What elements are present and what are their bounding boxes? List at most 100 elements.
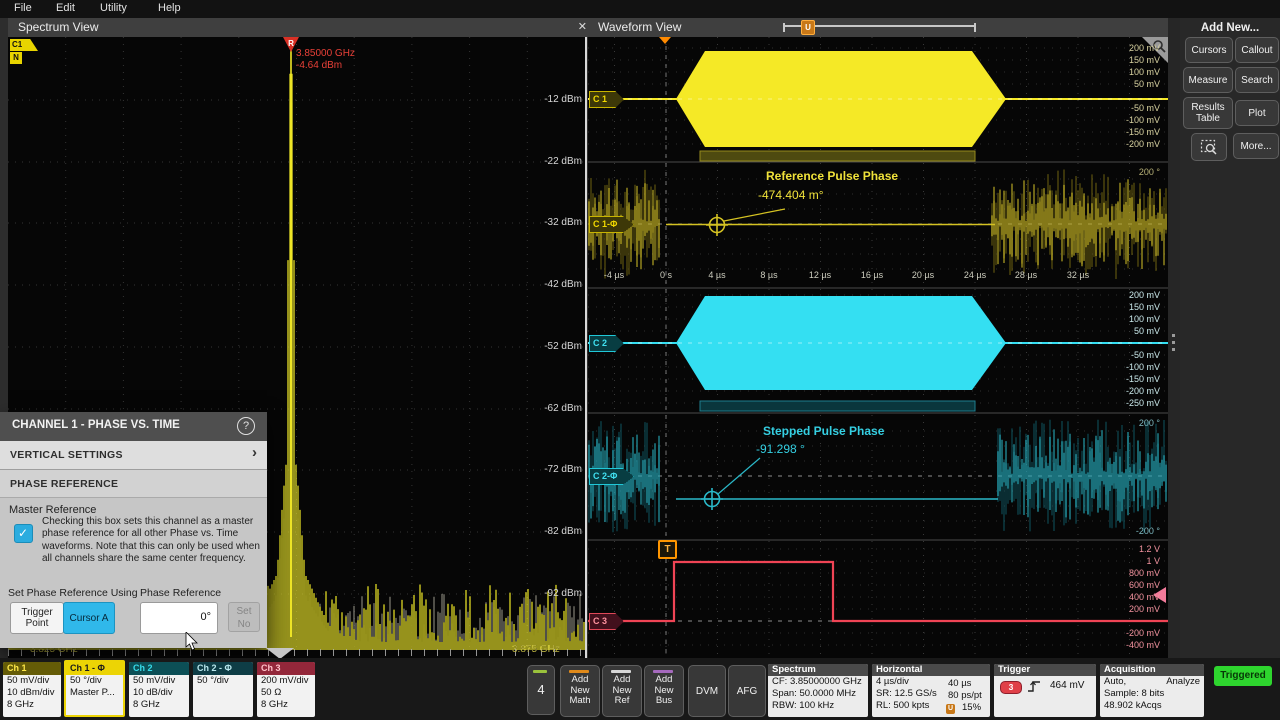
waveform-scroll-strip[interactable]	[1168, 18, 1180, 660]
add-new-math-button[interactable]: Add New Math	[560, 665, 600, 717]
trigger-source-badge: 3	[1000, 681, 1022, 694]
zoom-area-button[interactable]	[1191, 133, 1227, 161]
menu-file[interactable]: File	[14, 2, 32, 14]
callout-button[interactable]: Callout	[1235, 37, 1279, 63]
ch1-phase-badge[interactable]: Ch 1 - Φ 50 °/div Master P...	[64, 660, 125, 717]
ch4-badge[interactable]: 4	[527, 665, 555, 715]
c2-phase-crosshair-icon[interactable]	[701, 488, 723, 510]
set-using-label: Set Phase Reference Using	[8, 587, 138, 599]
ch1-phase-name: Ch 1 - Φ	[66, 662, 123, 675]
drag-handle-icon[interactable]	[1172, 334, 1175, 351]
plot-button[interactable]: Plot	[1235, 100, 1279, 126]
stepped-pulse-phase-title: Stepped Pulse Phase	[763, 424, 884, 438]
ch1-badge[interactable]: Ch 1 50 mV/div 10 dBm/div 8 GHz	[3, 662, 61, 717]
ch3-line1: 200 mV/div	[257, 675, 315, 687]
results-table-button[interactable]: Results Table	[1183, 97, 1233, 129]
acquisition-info-panel[interactable]: Acquisition Auto, Analyze Sample: 8 bits…	[1100, 664, 1204, 717]
time-axis-label: 16 µs	[852, 270, 892, 280]
bus-color-stripe	[653, 670, 673, 673]
c1-phase-leader	[724, 209, 785, 221]
spectrum-axis-label: -22 dBm	[504, 156, 582, 167]
acquisition-mode: Auto,	[1104, 676, 1126, 687]
menu-utility[interactable]: Utility	[100, 2, 127, 14]
oscilloscope-screen: File Edit Utility Help Spectrum View ✕ R…	[0, 0, 1280, 720]
afg-button[interactable]: AFG	[728, 665, 766, 717]
c1-axis-label: -100 mV	[1088, 115, 1160, 125]
trigger-t-marker[interactable]: T	[658, 540, 677, 559]
trigger-point-button[interactable]: Trigger Point	[10, 602, 64, 634]
marker-r-label: R	[288, 39, 294, 48]
ch1-phase-line2: Master P...	[66, 687, 123, 699]
master-reference-label: Master Reference	[9, 504, 96, 516]
ch3-line2: 50 Ω	[257, 687, 315, 699]
more-button[interactable]: More...	[1233, 133, 1279, 159]
c3-axis-label: 400 mV	[1088, 592, 1160, 602]
ch2-phase-badge[interactable]: Ch 2 - Φ 50 °/div	[193, 662, 253, 717]
ch2-badge[interactable]: Ch 2 50 mV/div 10 dB/div 8 GHz	[129, 662, 189, 717]
phase-reference-section-label: PHASE REFERENCE	[10, 478, 118, 490]
c2-axis-label: 150 mV	[1088, 302, 1160, 312]
acquisition-mode-row: Auto, Analyze	[1100, 676, 1204, 688]
ch1-line1: 50 mV/div	[3, 675, 61, 687]
phase-reference-field-label: Phase Reference	[140, 587, 221, 599]
time-axis-label: 12 µs	[800, 270, 840, 280]
time-axis-label: 4 µs	[697, 270, 737, 280]
set-button-line1: Set	[229, 605, 259, 618]
add-new-ref-button[interactable]: Add New Ref	[602, 665, 642, 717]
spectrum-view-titlebar: Spectrum View ✕	[8, 18, 595, 37]
dvm-button[interactable]: DVM	[688, 665, 726, 717]
overview-trigger-marker[interactable]: U	[801, 20, 815, 35]
cursors-button[interactable]: Cursors	[1185, 37, 1233, 63]
reference-pulse-phase-value: -474.404 m°	[758, 188, 824, 202]
horizontal-panel-title: Horizontal	[872, 664, 990, 676]
dialog-title: CHANNEL 1 - PHASE VS. TIME	[12, 419, 180, 431]
time-axis-label: 20 µs	[903, 270, 943, 280]
trigger-info-panel[interactable]: Trigger 3 464 mV	[994, 664, 1096, 717]
horizontal-position: 15%	[958, 702, 981, 714]
search-button[interactable]: Search	[1235, 67, 1279, 93]
c3-trace	[588, 562, 1168, 621]
spectrum-rbw: RBW: 100 kHz	[768, 700, 868, 712]
cursor-a-button[interactable]: Cursor A	[63, 602, 115, 634]
c1-phase-crosshair-icon[interactable]	[706, 214, 728, 236]
channel1-phase-dialog: CHANNEL 1 - PHASE VS. TIME ? VERTICAL SE…	[0, 412, 267, 648]
waveform-plot[interactable]: T C 1 C 1-Φ C 2 C 2-Φ C 3 Reference Puls…	[588, 37, 1168, 658]
set-now-button[interactable]: Set No	[228, 602, 260, 632]
menu-help[interactable]: Help	[158, 2, 181, 14]
ch2-line3: 8 GHz	[129, 699, 189, 711]
vertical-settings-row[interactable]: VERTICAL SETTINGS ›	[0, 441, 267, 470]
spectrum-info-panel[interactable]: Spectrum CF: 3.85000000 GHz Span: 50.000…	[768, 664, 868, 717]
trigger-top-marker-icon[interactable]	[659, 37, 671, 44]
menu-edit[interactable]: Edit	[56, 2, 75, 14]
c1-axis-label: -200 mV	[1088, 139, 1160, 149]
horizontal-info-panel[interactable]: Horizontal 4 µs/div SR: 12.5 GS/s RL: 50…	[872, 664, 990, 717]
zoom-area-icon	[1200, 139, 1218, 156]
stepped-pulse-phase-value: -91.298 °	[756, 442, 805, 456]
time-axis-label: 28 µs	[1006, 270, 1046, 280]
ch3-badge[interactable]: Ch 3 200 mV/div 50 Ω 8 GHz	[257, 662, 315, 717]
close-icon[interactable]: ✕	[578, 18, 587, 37]
acquisition-analyze: Analyze	[1166, 676, 1204, 688]
phase-reference-input[interactable]: 0°	[140, 602, 218, 634]
acquisition-count: 48.902 kAcqs	[1100, 700, 1204, 712]
c1-trace-tag: C1	[10, 39, 38, 51]
spectrum-panel-title: Spectrum	[768, 664, 868, 676]
acquisition-panel-title: Acquisition	[1100, 664, 1204, 676]
trigger-panel-title: Trigger	[994, 664, 1096, 676]
c3-axis-label: -200 mV	[1088, 628, 1160, 638]
triggered-status-badge: Triggered	[1214, 666, 1272, 686]
c3-axis-label: 800 mV	[1088, 568, 1160, 578]
spectrum-axis-label: -12 dBm	[504, 94, 582, 105]
spectrum-axis-label: -72 dBm	[504, 464, 582, 475]
dialog-titlebar[interactable]: CHANNEL 1 - PHASE VS. TIME ?	[0, 412, 267, 441]
ch4-color-stripe	[533, 670, 547, 673]
add-new-bus-button[interactable]: Add New Bus	[644, 665, 684, 717]
help-icon[interactable]: ?	[237, 417, 255, 435]
measure-button[interactable]: Measure	[1183, 67, 1233, 93]
c2-axis-label: -50 mV	[1088, 350, 1160, 360]
add-new-bus-label: Add New Bus	[650, 675, 678, 706]
math-color-stripe	[569, 670, 589, 673]
trigger-level: 464 mV	[1046, 680, 1084, 692]
master-reference-checkbox[interactable]: ✓	[14, 524, 33, 543]
spectrum-trace-badge[interactable]: C1 N	[10, 39, 38, 64]
